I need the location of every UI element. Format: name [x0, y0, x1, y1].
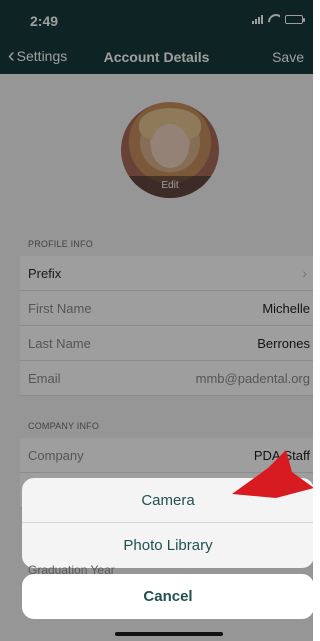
graduation-year-label: Graduation Year: [28, 563, 115, 574]
cancel-button[interactable]: Cancel: [22, 574, 313, 619]
arrow-shape: [232, 450, 313, 498]
account-details-screen: 2:49 ‹ Settings Account Details Save Edi…: [0, 0, 313, 641]
red-arrow-annotation: [232, 450, 313, 498]
home-indicator: [115, 632, 223, 636]
